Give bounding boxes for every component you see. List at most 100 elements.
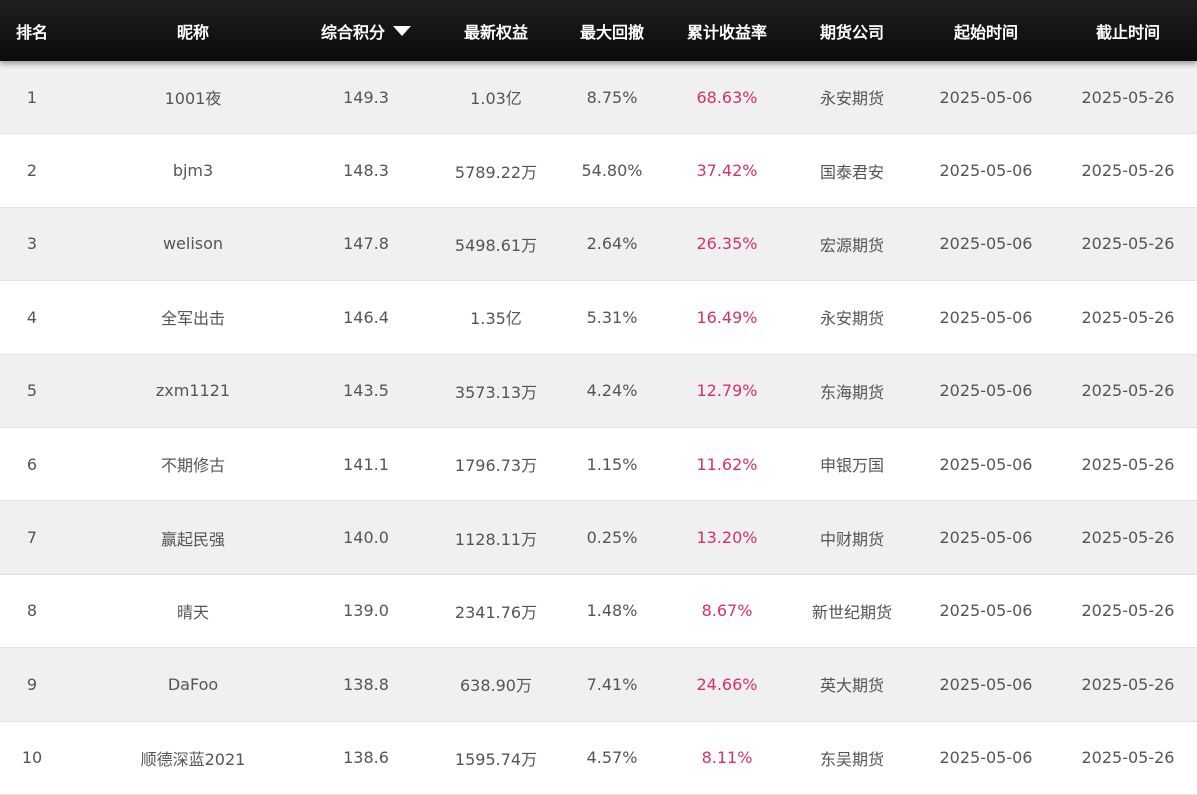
cell-score: 138.6 — [343, 748, 389, 768]
header-score-label: 综合积分 — [320, 22, 385, 42]
cell-rank: 6 — [26, 454, 38, 474]
cell-equity: 2341.76万 — [454, 602, 538, 622]
cell-drawdown: 8.75% — [586, 87, 638, 107]
cell-score: 149.3 — [343, 87, 389, 107]
cell-return: 68.63% — [696, 87, 758, 107]
cell-start-time: 2025-05-06 — [939, 161, 1033, 181]
cell-end-time: 2025-05-26 — [1081, 234, 1175, 254]
cell-rank: 7 — [26, 528, 38, 548]
table-row[interactable]: 10 顺德深蓝2021 138.6 1595.74万 4.57% 8.11% 东吴期货 202… — [0, 721, 1197, 795]
cell-drawdown: 1.15% — [586, 454, 638, 474]
caret-down-icon[interactable] — [393, 25, 411, 36]
cell-nickname[interactable]: 赢起民强 — [88, 526, 298, 550]
cell-rank: 10 — [21, 748, 43, 768]
cell-drawdown: 0.25% — [586, 528, 638, 548]
cell-equity: 1.35亿 — [470, 309, 522, 329]
cell-start-time: 2025-05-06 — [939, 528, 1033, 548]
cell-rank: 2 — [26, 161, 38, 181]
header-start-time[interactable]: 起始时间 — [926, 19, 1046, 43]
cell-rank: 1 — [26, 87, 38, 107]
table-body: 1 1001夜 149.3 1.03亿 8.75% 68.63% 永安期货 2025-05-0… — [0, 61, 1197, 795]
cell-return: 13.20% — [696, 528, 758, 548]
header-score[interactable]: 综合积分 — [316, 19, 416, 43]
cell-end-time: 2025-05-26 — [1081, 454, 1175, 474]
header-equity[interactable]: 最新权益 — [441, 19, 551, 43]
cell-start-time: 2025-05-06 — [939, 381, 1033, 401]
table-row[interactable]: 4 全军出击 146.4 1.35亿 5.31% 16.49% 永安期货 2025-05-06… — [0, 281, 1197, 355]
cell-equity: 5789.22万 — [454, 162, 538, 182]
cell-broker: 国泰君安 — [819, 162, 884, 182]
cell-rank: 3 — [26, 234, 38, 254]
cell-nickname[interactable]: 晴天 — [88, 599, 298, 623]
cell-nickname[interactable]: bjm3 — [88, 161, 298, 180]
cell-broker: 永安期货 — [819, 309, 884, 329]
cell-nickname[interactable]: 全军出击 — [88, 305, 298, 329]
cell-start-time: 2025-05-06 — [939, 748, 1033, 768]
cell-end-time: 2025-05-26 — [1081, 307, 1175, 327]
cell-end-time: 2025-05-26 — [1081, 674, 1175, 694]
cell-return: 11.62% — [696, 454, 758, 474]
cell-rank: 9 — [26, 674, 38, 694]
table-row[interactable]: 6 不期修古 141.1 1796.73万 1.15% 11.62% 申银万国 2025-05… — [0, 427, 1197, 502]
cell-score: 147.8 — [343, 234, 389, 254]
cell-broker: 申银万国 — [819, 456, 884, 476]
cell-score: 143.5 — [343, 381, 389, 401]
header-broker[interactable]: 期货公司 — [796, 19, 908, 43]
cell-end-time: 2025-05-26 — [1081, 748, 1175, 768]
cell-nickname[interactable]: 不期修古 — [88, 452, 298, 476]
cell-rank: 4 — [26, 307, 38, 327]
cell-broker: 宏源期货 — [819, 235, 884, 255]
cell-nickname[interactable]: zxm1121 — [88, 381, 298, 400]
table-row[interactable]: 2 bjm3 148.3 5789.22万 54.80% 37.42% 国泰君安 2025-0… — [0, 134, 1197, 208]
cell-start-time: 2025-05-06 — [939, 234, 1033, 254]
cell-start-time: 2025-05-06 — [939, 87, 1033, 107]
table-row[interactable]: 1 1001夜 149.3 1.03亿 8.75% 68.63% 永安期货 2025-05-0… — [0, 61, 1197, 135]
header-rank[interactable]: 排名 — [0, 19, 64, 43]
cell-start-time: 2025-05-06 — [939, 601, 1033, 621]
table-row[interactable]: 8 晴天 139.0 2341.76万 1.48% 8.67% 新世纪期货 2025-05-0… — [0, 574, 1197, 649]
cell-drawdown: 7.41% — [586, 674, 638, 694]
cell-return: 8.11% — [701, 748, 753, 768]
cell-nickname[interactable]: 1001夜 — [88, 85, 298, 109]
cell-nickname[interactable]: 顺德深蓝2021 — [88, 746, 298, 770]
cell-equity: 1796.73万 — [454, 456, 538, 476]
cell-end-time: 2025-05-26 — [1081, 87, 1175, 107]
cell-equity: 638.90万 — [460, 676, 532, 696]
cell-drawdown: 4.24% — [586, 381, 638, 401]
cell-drawdown: 1.48% — [586, 601, 638, 621]
header-drawdown[interactable]: 最大回撤 — [566, 19, 658, 43]
cell-broker: 永安期货 — [819, 89, 884, 109]
cell-equity: 1.03亿 — [470, 89, 522, 109]
cell-broker: 东海期货 — [819, 382, 884, 402]
cell-rank: 8 — [26, 601, 38, 621]
header-return[interactable]: 累计收益率 — [676, 19, 778, 43]
cell-start-time: 2025-05-06 — [939, 307, 1033, 327]
cell-drawdown: 4.57% — [586, 748, 638, 768]
cell-score: 140.0 — [343, 528, 389, 548]
cell-nickname[interactable]: DaFoo — [88, 675, 298, 694]
table-row[interactable]: 7 赢起民强 140.0 1128.11万 0.25% 13.20% 中财期货 2025-05… — [0, 501, 1197, 575]
cell-drawdown: 54.80% — [581, 161, 643, 181]
cell-equity: 1595.74万 — [454, 749, 538, 769]
cell-start-time: 2025-05-06 — [939, 454, 1033, 474]
cell-drawdown: 5.31% — [586, 307, 638, 327]
table-row[interactable]: 5 zxm1121 143.5 3573.13万 4.24% 12.79% 东海期货 2025… — [0, 354, 1197, 428]
cell-return: 12.79% — [696, 381, 758, 401]
ranking-table: 排名 昵称 综合积分 最新权益 最大回撤 累计收益率 期货公司 起始时间 截止时… — [0, 0, 1197, 795]
cell-broker: 新世纪期货 — [811, 602, 892, 622]
cell-return: 8.67% — [701, 601, 753, 621]
cell-equity: 5498.61万 — [454, 235, 538, 255]
cell-return: 24.66% — [696, 674, 758, 694]
cell-end-time: 2025-05-26 — [1081, 528, 1175, 548]
cell-nickname[interactable]: welison — [88, 234, 298, 253]
header-end-time[interactable]: 截止时间 — [1068, 19, 1188, 43]
table-header: 排名 昵称 综合积分 最新权益 最大回撤 累计收益率 期货公司 起始时间 截止时… — [0, 0, 1197, 61]
cell-end-time: 2025-05-26 — [1081, 161, 1175, 181]
table-row[interactable]: 3 welison 147.8 5498.61万 2.64% 26.35% 宏源期货 2025… — [0, 207, 1197, 282]
cell-score: 141.1 — [343, 454, 389, 474]
cell-end-time: 2025-05-26 — [1081, 381, 1175, 401]
cell-score: 138.8 — [343, 674, 389, 694]
table-row[interactable]: 9 DaFoo 138.8 638.90万 7.41% 24.66% 英大期货 2025-05… — [0, 648, 1197, 722]
cell-equity: 1128.11万 — [454, 529, 538, 549]
header-nickname[interactable]: 昵称 — [88, 19, 298, 43]
